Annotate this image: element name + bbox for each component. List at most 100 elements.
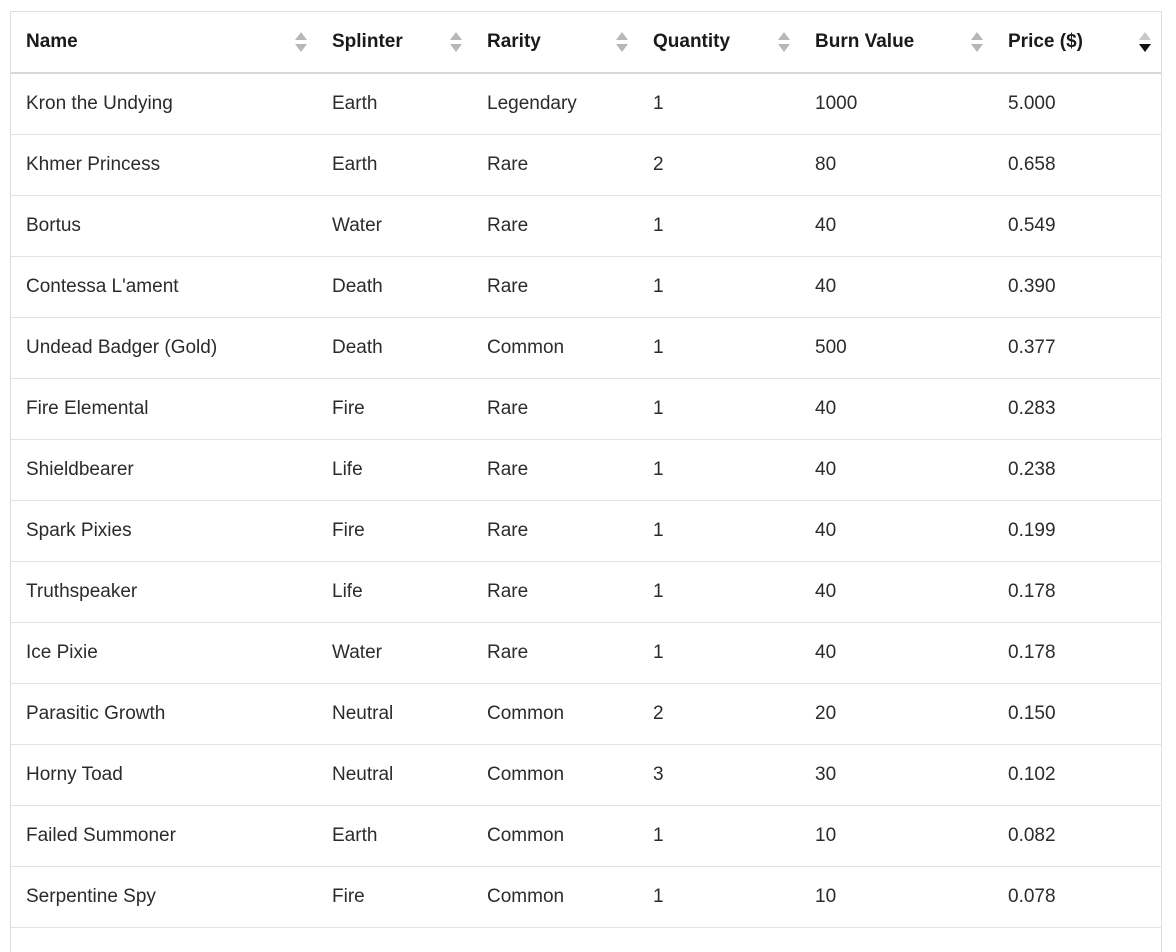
cell-price: 0.102 bbox=[1008, 763, 1056, 785]
cell-name: Truthspeaker bbox=[26, 580, 138, 602]
sort-descending-icon[interactable] bbox=[1139, 32, 1151, 52]
cell-burn-value: 40 bbox=[815, 458, 837, 480]
cell-splinter: Fire bbox=[332, 885, 365, 907]
sort-icon[interactable] bbox=[450, 32, 462, 52]
cell-quantity: 1 bbox=[653, 458, 664, 480]
table-row: Failed Summoner Earth Common 1 10 0.082 bbox=[11, 805, 1161, 866]
table-row: Truthspeaker Life Rare 1 40 0.178 bbox=[11, 561, 1161, 622]
cell-price: 0.082 bbox=[1008, 824, 1056, 846]
cell-name: Spark Pixies bbox=[26, 519, 132, 541]
cell-splinter: Water bbox=[332, 214, 382, 236]
cell-burn-value: 40 bbox=[815, 641, 837, 663]
column-header-label: Name bbox=[26, 31, 78, 52]
cell-rarity: Rare bbox=[487, 641, 529, 663]
cell-quantity: 1 bbox=[653, 397, 664, 419]
cell-rarity: Common bbox=[487, 885, 565, 907]
cell-quantity: 3 bbox=[653, 763, 664, 785]
table-row: Khmer Princess Earth Rare 2 80 0.658 bbox=[11, 134, 1161, 195]
table-row: Bortus Water Rare 1 40 0.549 bbox=[11, 195, 1161, 256]
sort-icon[interactable] bbox=[778, 32, 790, 52]
column-header-splinter[interactable]: Splinter bbox=[317, 12, 472, 74]
cell-quantity: 2 bbox=[653, 153, 664, 175]
cell-name: Failed Summoner bbox=[26, 824, 176, 846]
cell-quantity: 1 bbox=[653, 824, 664, 846]
cell-splinter: Death bbox=[332, 275, 383, 297]
table-header-row: Name Splinter Rarity Quantity Burn Value bbox=[11, 12, 1161, 74]
cards-table-container: Name Splinter Rarity Quantity Burn Value bbox=[10, 11, 1162, 952]
cell-price: 0.283 bbox=[1008, 397, 1056, 419]
cell-rarity: Common bbox=[487, 824, 565, 846]
column-header-burn-value[interactable]: Burn Value bbox=[800, 12, 993, 74]
cell-quantity: 1 bbox=[653, 275, 664, 297]
cell-splinter: Life bbox=[332, 458, 363, 480]
cell-name: Kron the Undying bbox=[26, 92, 173, 114]
cell-quantity: 1 bbox=[653, 580, 664, 602]
cell-price: 0.238 bbox=[1008, 458, 1056, 480]
cell-price: 0.150 bbox=[1008, 702, 1056, 724]
table-row: Kron the Undying Earth Legendary 1 1000 5.000 bbox=[11, 73, 1161, 134]
cell-splinter: Fire bbox=[332, 519, 365, 541]
cell-splinter: Life bbox=[332, 580, 363, 602]
cell-name: Horny Toad bbox=[26, 763, 123, 785]
cell-price: 0.549 bbox=[1008, 214, 1056, 236]
cell-name: Serpentine Spy bbox=[26, 885, 156, 907]
sort-icon[interactable] bbox=[971, 32, 983, 52]
cell-splinter: Neutral bbox=[332, 702, 394, 724]
cell-price: 0.199 bbox=[1008, 519, 1056, 541]
column-header-rarity[interactable]: Rarity bbox=[472, 12, 638, 74]
cell-price: 0.390 bbox=[1008, 275, 1056, 297]
cell-burn-value: 40 bbox=[815, 214, 837, 236]
cell-name: Khmer Princess bbox=[26, 153, 161, 175]
cell-name: Fire Elemental bbox=[26, 397, 149, 419]
column-header-price[interactable]: Price ($) bbox=[993, 12, 1161, 74]
cell-burn-value: 40 bbox=[815, 275, 837, 297]
cell-quantity: 1 bbox=[653, 519, 664, 541]
cell-splinter: Earth bbox=[332, 824, 378, 846]
cell-quantity: 1 bbox=[653, 214, 664, 236]
sort-icon[interactable] bbox=[616, 32, 628, 52]
cell-price: 0.377 bbox=[1008, 336, 1056, 358]
column-header-label: Rarity bbox=[487, 31, 541, 52]
cell-quantity: 1 bbox=[653, 92, 664, 114]
cell-splinter: Neutral bbox=[332, 763, 394, 785]
cell-rarity: Rare bbox=[487, 397, 529, 419]
cell-rarity: Common bbox=[487, 763, 565, 785]
cell-burn-value: 10 bbox=[815, 885, 837, 907]
cell-price: 0.178 bbox=[1008, 641, 1056, 663]
cell-price: 5.000 bbox=[1008, 92, 1056, 114]
table-row: Contessa L'ament Death Rare 1 40 0.390 bbox=[11, 256, 1161, 317]
cell-rarity: Common bbox=[487, 702, 565, 724]
column-header-quantity[interactable]: Quantity bbox=[638, 12, 800, 74]
cell-burn-value: 20 bbox=[815, 702, 837, 724]
table-row: Fire Elemental Fire Rare 1 40 0.283 bbox=[11, 378, 1161, 439]
cell-burn-value: 40 bbox=[815, 580, 837, 602]
cell-quantity: 2 bbox=[653, 702, 664, 724]
cell-rarity: Common bbox=[487, 336, 565, 358]
cell-rarity: Legendary bbox=[487, 92, 577, 114]
cell-burn-value: 80 bbox=[815, 153, 837, 175]
cell-price: 0.078 bbox=[1008, 885, 1056, 907]
table-row: Serpentine Spy Fire Common 1 10 0.078 bbox=[11, 866, 1161, 927]
cards-table: Name Splinter Rarity Quantity Burn Value bbox=[11, 12, 1161, 928]
cell-splinter: Water bbox=[332, 641, 382, 663]
cell-burn-value: 1000 bbox=[815, 92, 858, 114]
cell-burn-value: 500 bbox=[815, 336, 847, 358]
sort-icon[interactable] bbox=[295, 32, 307, 52]
cell-name: Shieldbearer bbox=[26, 458, 134, 480]
cell-price: 0.658 bbox=[1008, 153, 1056, 175]
column-header-name[interactable]: Name bbox=[11, 12, 317, 74]
table-row: Spark Pixies Fire Rare 1 40 0.199 bbox=[11, 500, 1161, 561]
cell-rarity: Rare bbox=[487, 275, 529, 297]
cell-name: Contessa L'ament bbox=[26, 275, 179, 297]
cell-burn-value: 40 bbox=[815, 397, 837, 419]
table-row: Parasitic Growth Neutral Common 2 20 0.150 bbox=[11, 683, 1161, 744]
cell-splinter: Death bbox=[332, 336, 383, 358]
table-row: Shieldbearer Life Rare 1 40 0.238 bbox=[11, 439, 1161, 500]
cell-name: Parasitic Growth bbox=[26, 702, 166, 724]
table-row: Ice Pixie Water Rare 1 40 0.178 bbox=[11, 622, 1161, 683]
cell-name: Ice Pixie bbox=[26, 641, 98, 663]
column-header-label: Burn Value bbox=[815, 31, 915, 52]
cell-rarity: Rare bbox=[487, 458, 529, 480]
table-row: Undead Badger (Gold) Death Common 1 500 0.377 bbox=[11, 317, 1161, 378]
cell-rarity: Rare bbox=[487, 153, 529, 175]
